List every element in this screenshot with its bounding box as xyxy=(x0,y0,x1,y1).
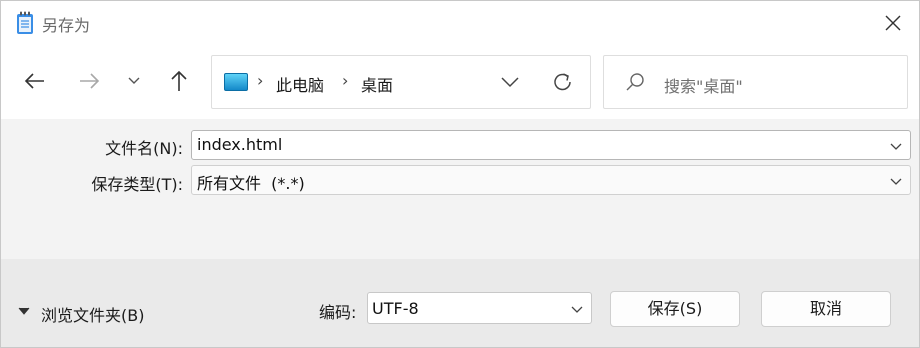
navigation-bar: › 此电脑 › 桌面 搜索"桌面" xyxy=(1,45,919,119)
chevron-down-icon[interactable] xyxy=(498,70,522,94)
refresh-icon[interactable] xyxy=(550,69,576,95)
search-icon xyxy=(626,73,644,91)
address-bar[interactable]: › 此电脑 › 桌面 xyxy=(211,55,591,109)
breadcrumb-this-pc[interactable]: 此电脑 xyxy=(276,72,324,96)
window-title: 另存为 xyxy=(42,16,91,35)
breadcrumb-separator: › xyxy=(257,71,264,90)
breadcrumb-separator: › xyxy=(342,71,349,90)
filetype-select[interactable]: 所有文件 (*.*) xyxy=(191,165,911,195)
filename-value: index.html xyxy=(197,135,283,154)
chevron-down-icon xyxy=(571,306,583,313)
filename-input[interactable]: index.html xyxy=(191,130,911,160)
breadcrumb-desktop[interactable]: 桌面 xyxy=(361,72,393,96)
chevron-down-icon[interactable] xyxy=(121,67,149,95)
chevron-down-icon xyxy=(18,307,30,315)
save-as-dialog: 另存为 › 此电脑 › 桌面 搜索"桌面" 文件名(N): index.html… xyxy=(0,0,920,348)
search-box[interactable]: 搜索"桌面" xyxy=(603,55,908,109)
notepad-icon xyxy=(17,11,33,34)
encoding-select[interactable]: UTF-8 xyxy=(367,292,592,324)
browse-folders-label: 浏览文件夹(B) xyxy=(41,306,145,325)
filetype-label: 保存类型(T): xyxy=(91,175,183,194)
filetype-value: 所有文件 (*.*) xyxy=(197,174,305,193)
encoding-label: 编码: xyxy=(319,303,357,322)
up-arrow-icon[interactable] xyxy=(165,67,193,95)
this-pc-icon xyxy=(224,73,248,91)
title-bar: 另存为 xyxy=(1,1,919,45)
back-arrow-icon[interactable] xyxy=(21,67,49,95)
save-button[interactable]: 保存(S) xyxy=(610,291,740,327)
filename-label: 文件名(N): xyxy=(105,139,183,158)
chevron-down-icon[interactable] xyxy=(888,138,904,154)
forward-arrow-icon[interactable] xyxy=(75,67,103,95)
dialog-footer: 浏览文件夹(B) 编码: UTF-8 保存(S) 取消 xyxy=(1,259,919,347)
encoding-value: UTF-8 xyxy=(372,299,419,318)
chevron-down-icon[interactable] xyxy=(888,173,904,189)
file-form: 文件名(N): index.html 保存类型(T): 所有文件 (*.*) xyxy=(1,119,919,259)
cancel-button[interactable]: 取消 xyxy=(761,291,891,327)
search-placeholder: 搜索"桌面" xyxy=(664,77,743,96)
close-icon[interactable] xyxy=(879,9,907,37)
